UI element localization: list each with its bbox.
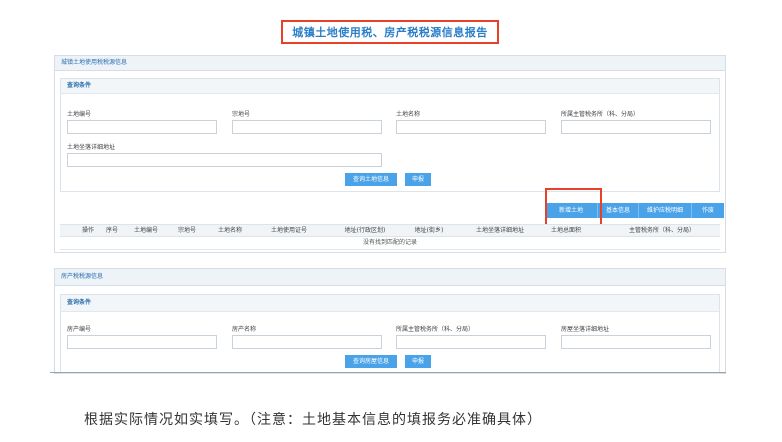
house-number-input[interactable]	[67, 335, 217, 349]
col-address-district: 地址(行政区划)	[344, 227, 386, 234]
col-parcel-number: 宗地号	[177, 227, 196, 234]
land-name-input[interactable]	[396, 120, 546, 134]
house-name-input[interactable]	[232, 335, 382, 349]
add-land-highlight	[545, 188, 602, 226]
col-address-street: 地址(街乡)	[414, 227, 444, 234]
col-land-name: 土地名称	[217, 227, 242, 234]
col-land-number: 土地编号	[133, 227, 158, 234]
land-tax-office-input[interactable]	[561, 120, 711, 134]
land-table-empty-row: 没有找到匹配的记录	[60, 237, 720, 250]
label-land-name: 土地名称	[396, 111, 421, 118]
caption-text: 根据实际情况如实填写。（注意：土地基本信息的填报务必准确具体）	[84, 412, 542, 428]
house-panel-title: 房产税税源信息	[55, 269, 725, 286]
col-land-address: 土地坐落详细地址	[475, 227, 524, 234]
house-declare-button[interactable]: 申报	[405, 355, 431, 368]
land-address-input[interactable]	[67, 153, 382, 167]
query-land-button[interactable]: 查询土地信息	[345, 173, 397, 186]
label-land-number: 土地编号	[67, 111, 92, 118]
label-land-tax-office: 所属主管税务所（科、分局）	[561, 111, 640, 118]
maintain-taxable-details-button[interactable]: 维护应税明细	[639, 203, 693, 218]
label-house-name: 房产名称	[232, 326, 257, 333]
land-table-header: 操作 序号 土地编号 宗地号 土地名称 土地使用证号 地址(行政区划) 地址(街…	[60, 224, 720, 237]
label-house-address: 房屋坐落详细地址	[561, 326, 610, 333]
land-panel-title: 城镇土地使用税税源信息	[55, 56, 725, 71]
label-land-address: 土地坐落详细地址	[67, 144, 116, 151]
house-address-input[interactable]	[561, 335, 711, 349]
col-tax-office: 主管税务所（科、分局）	[628, 227, 695, 234]
land-declare-button[interactable]: 申报	[405, 173, 431, 186]
col-action: 操作	[81, 227, 94, 234]
report-title: 城镇土地使用税、房产税税源信息报告	[281, 20, 499, 44]
house-tax-office-input[interactable]	[396, 335, 546, 349]
basic-info-button[interactable]: 基本信息	[598, 203, 640, 218]
land-number-input[interactable]	[67, 120, 217, 134]
col-land-cert: 土地使用证号	[270, 227, 307, 234]
house-query-title: 查询条件	[61, 295, 719, 312]
parcel-number-input[interactable]	[232, 120, 382, 134]
col-land-area: 土地总面积	[550, 227, 581, 234]
label-house-tax-office: 所属主管税务所（科、分局）	[396, 326, 475, 333]
label-parcel-number: 宗地号	[232, 111, 251, 118]
label-house-number: 房产编号	[67, 326, 92, 333]
query-house-button[interactable]: 查询房屋信息	[345, 355, 397, 368]
void-button[interactable]: 作废	[692, 203, 725, 218]
screenshot-bottom-edge	[50, 372, 726, 373]
col-index: 序号	[105, 227, 118, 234]
land-query-title: 查询条件	[61, 79, 719, 94]
